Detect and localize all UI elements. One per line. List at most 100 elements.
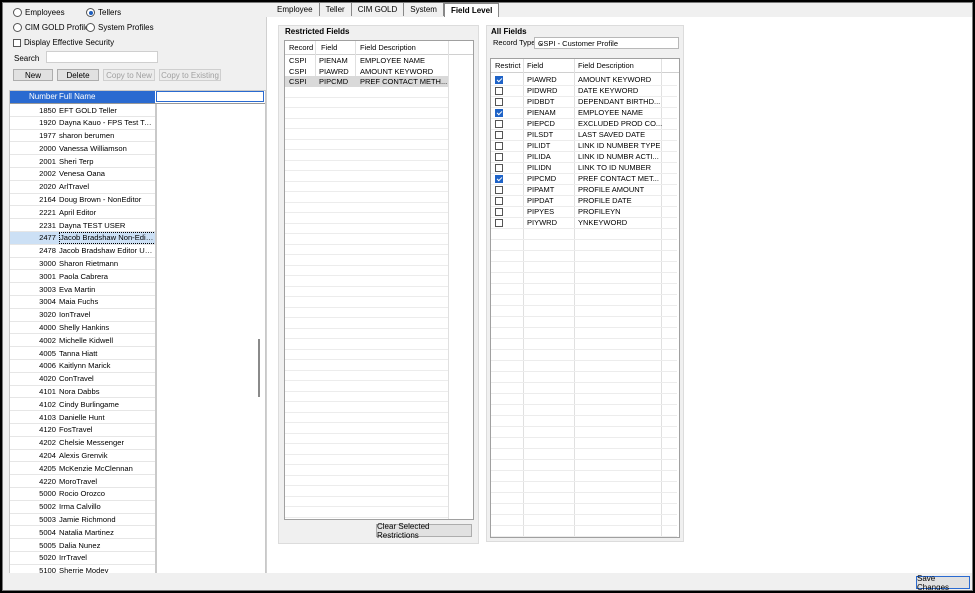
- restricted-col-record[interactable]: Record: [289, 43, 313, 52]
- table-row[interactable]: 1920 Dayna Kauo - FPS Test Tel...: [10, 117, 155, 130]
- restrict-checkbox[interactable]: [495, 174, 503, 183]
- table-row[interactable]: CSPI PIAWRD AMOUNT KEYWORD: [285, 66, 448, 77]
- col-number-header[interactable]: Number: [29, 92, 57, 101]
- restrict-checkbox[interactable]: [495, 207, 503, 216]
- table-row[interactable]: 2001 Sheri Terp: [10, 155, 155, 168]
- table-row[interactable]: PIPDAT PROFILE DATE: [491, 195, 677, 206]
- table-row[interactable]: PIDBDT DEPENDANT BIRTHD...: [491, 96, 677, 107]
- table-row[interactable]: 4020 ConTravel: [10, 373, 155, 386]
- record-type-select[interactable]: CSPI - Customer Profile ⌄: [534, 37, 679, 49]
- table-row[interactable]: 5004 Natalia Martinez: [10, 526, 155, 540]
- table-row[interactable]: 2020 ArlTravel: [10, 181, 155, 194]
- table-row[interactable]: 2231 Dayna TEST USER: [10, 219, 155, 232]
- table-row[interactable]: PIEPCD EXCLUDED PROD CO...: [491, 118, 677, 129]
- table-row[interactable]: CSPI PIPCMD PREF CONTACT METH...: [285, 76, 448, 87]
- restrict-checkbox[interactable]: [495, 196, 503, 205]
- table-row[interactable]: 2164 Doug Brown - NonEditor: [10, 194, 155, 207]
- table-row[interactable]: CSPI PIENAM EMPLOYEE NAME: [285, 55, 448, 66]
- table-row[interactable]: PILIDA LINK ID NUMBR ACTI...: [491, 151, 677, 162]
- table-row[interactable]: 4005 Tanna Hiatt: [10, 347, 155, 360]
- table-row[interactable]: PIENAM EMPLOYEE NAME: [491, 107, 677, 118]
- table-row[interactable]: 2477 Jacob Bradshaw Non-Edito...: [10, 231, 156, 245]
- table-row[interactable]: 2478 Jacob Bradshaw Editor User: [10, 245, 155, 258]
- save-changes-button[interactable]: Save Changes: [916, 574, 970, 590]
- restrict-checkbox[interactable]: [495, 86, 503, 95]
- tab-field-level[interactable]: Field Level: [443, 3, 500, 17]
- table-row[interactable]: PILIDN LINK TO ID NUMBER: [491, 162, 677, 173]
- restricted-col-description[interactable]: Field Description: [360, 43, 416, 52]
- table-row[interactable]: PIDWRD DATE KEYWORD: [491, 85, 677, 96]
- delete-button[interactable]: Delete: [57, 69, 99, 81]
- restrict-checkbox[interactable]: [495, 218, 503, 227]
- table-row[interactable]: 4101 Nora Dabbs: [10, 386, 155, 399]
- table-row[interactable]: 2000 Vanessa Williamson: [10, 142, 155, 156]
- table-row[interactable]: PILSDT LAST SAVED DATE: [491, 129, 677, 140]
- table-row[interactable]: 1850 EFT GOLD Teller: [10, 104, 155, 117]
- grid-filter-cell[interactable]: [156, 91, 264, 102]
- display-effective-security-box[interactable]: [13, 38, 21, 47]
- all-col-field[interactable]: Field: [527, 61, 543, 70]
- radio-tellers[interactable]: Tellers: [86, 8, 121, 17]
- restrict-checkbox[interactable]: [495, 141, 503, 150]
- table-row[interactable]: PIAWRD AMOUNT KEYWORD: [491, 74, 677, 85]
- table-row[interactable]: 3001 Paola Cabrera: [10, 270, 155, 284]
- tab-cim-gold[interactable]: CIM GOLD: [351, 3, 405, 16]
- restrict-checkbox[interactable]: [495, 130, 503, 139]
- table-row[interactable]: 4202 Chelsie Messenger: [10, 437, 155, 450]
- clear-selected-restrictions-button[interactable]: Clear Selected Restrictions: [376, 522, 472, 540]
- table-row[interactable]: PIPAMT PROFILE AMOUNT: [491, 184, 677, 195]
- restrict-checkbox[interactable]: [495, 185, 503, 194]
- all-col-restrict[interactable]: Restrict: [495, 61, 520, 70]
- table-row[interactable]: PIPCMD PREF CONTACT MET...: [491, 173, 677, 184]
- table-row[interactable]: 2221 April Editor: [10, 206, 155, 220]
- restrict-checkbox[interactable]: [495, 119, 503, 128]
- table-row[interactable]: 5002 Irma Calvillo: [10, 501, 155, 514]
- table-row[interactable]: 5000 Rocio Orozco: [10, 488, 155, 501]
- all-fields-table[interactable]: Restrict Field Field Description PIAWRD A…: [490, 58, 680, 538]
- table-row[interactable]: 4002 Michelle Kidwell: [10, 334, 155, 348]
- restrict-checkbox[interactable]: [495, 152, 503, 161]
- tab-employee[interactable]: Employee: [271, 3, 320, 16]
- table-row[interactable]: 4006 Kaitlynn Marick: [10, 360, 155, 373]
- table-row[interactable]: 4204 Alexis Grenvik: [10, 450, 155, 463]
- grid-scrollbar-thumb[interactable]: [258, 339, 260, 397]
- table-row[interactable]: 5003 Jamie Richmond: [10, 514, 155, 527]
- table-row[interactable]: 4120 FosTravel: [10, 424, 155, 437]
- col-fullname-header[interactable]: Full Name: [59, 92, 95, 101]
- new-button[interactable]: New: [13, 69, 53, 81]
- chevron-down-icon[interactable]: ⌄: [538, 38, 675, 47]
- table-row[interactable]: PIPYES PROFILEYN: [491, 206, 677, 217]
- radio-tellers-dot[interactable]: [86, 8, 95, 17]
- table-row[interactable]: 3020 IonTravel: [10, 309, 155, 322]
- radio-system-profiles-dot[interactable]: [86, 23, 95, 32]
- copy-to-existing-button[interactable]: Copy to Existing: [159, 69, 221, 81]
- tab-teller[interactable]: Teller: [319, 3, 352, 16]
- radio-employees[interactable]: Employees: [13, 8, 65, 17]
- radio-cim-gold-profiles-dot[interactable]: [13, 23, 22, 32]
- table-row[interactable]: PILIDT LINK ID NUMBER TYPE: [491, 140, 677, 151]
- radio-system-profiles[interactable]: System Profiles: [86, 23, 154, 32]
- table-row[interactable]: 1977 sharon berumen: [10, 130, 155, 143]
- table-row[interactable]: 5020 IrrTravel: [10, 552, 155, 565]
- all-col-description[interactable]: Field Description: [578, 61, 634, 70]
- radio-employees-dot[interactable]: [13, 8, 22, 17]
- table-row[interactable]: 4102 Cindy Burlingame: [10, 398, 155, 412]
- radio-cim-gold-profiles[interactable]: CIM GOLD Profiles: [13, 23, 93, 32]
- table-row[interactable]: 4205 McKenzie McClennan: [10, 462, 155, 476]
- table-row[interactable]: PIYWRD YNKEYWORD: [491, 217, 677, 228]
- table-row[interactable]: 3004 Maia Fuchs: [10, 296, 155, 309]
- restrict-checkbox[interactable]: [495, 75, 503, 84]
- table-row[interactable]: 3003 Eva Martin: [10, 283, 155, 296]
- restricted-fields-table[interactable]: Record Field Field Description CSPI PIENA…: [284, 40, 474, 520]
- copy-to-new-button[interactable]: Copy to New: [103, 69, 155, 81]
- restricted-col-field[interactable]: Field: [321, 43, 337, 52]
- restrict-checkbox[interactable]: [495, 108, 503, 117]
- table-row[interactable]: 5005 Dalia Nunez: [10, 539, 155, 552]
- tab-system[interactable]: System: [404, 3, 444, 16]
- restrict-checkbox[interactable]: [495, 97, 503, 106]
- table-row[interactable]: 3000 Sharon Rietmann: [10, 258, 155, 271]
- display-effective-security-checkbox[interactable]: Display Effective Security: [13, 38, 114, 47]
- table-row[interactable]: 4220 MoroTravel: [10, 475, 155, 488]
- search-input[interactable]: [46, 51, 158, 63]
- restrict-checkbox[interactable]: [495, 163, 503, 172]
